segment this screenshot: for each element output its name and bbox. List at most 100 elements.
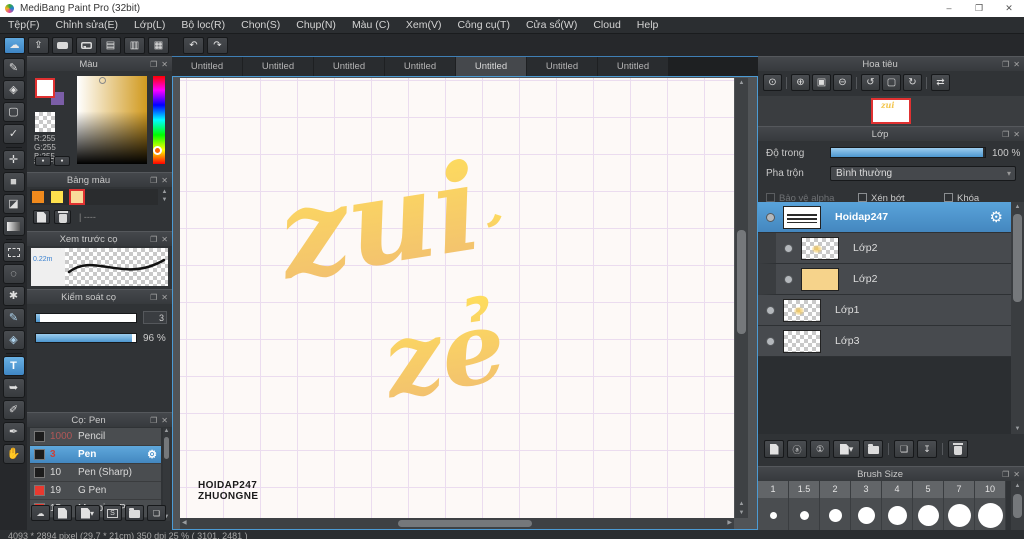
- brush-settings-gear-icon[interactable]: ⚙: [147, 448, 157, 461]
- document-button[interactable]: ▤: [100, 36, 121, 54]
- brush-row-selected[interactable]: 3 Pen ⚙: [30, 446, 161, 464]
- vertical-scroll-thumb[interactable]: [737, 230, 746, 334]
- popout-icon[interactable]: ❐: [1002, 130, 1009, 139]
- brush-row[interactable]: 19 G Pen: [30, 482, 161, 500]
- canvas-horizontal-scrollbar[interactable]: ◀ ▶: [180, 518, 734, 529]
- brush-size-option[interactable]: [913, 498, 944, 532]
- fill-tool[interactable]: ■: [2, 172, 25, 192]
- navigator-thumbnail[interactable]: zui: [871, 98, 911, 124]
- blend-mode-dropdown[interactable]: Bình thường ▾: [830, 166, 1016, 181]
- close-button[interactable]: ✕: [994, 0, 1024, 17]
- lasso-tool[interactable]: ◌: [2, 264, 25, 284]
- horizontal-scroll-thumb[interactable]: [398, 520, 532, 527]
- menu-chon[interactable]: Chọn(S): [233, 17, 288, 33]
- upload-button[interactable]: ⇪: [28, 36, 49, 54]
- layer-opacity-slider[interactable]: [830, 147, 986, 158]
- operation-tool[interactable]: ➥: [2, 378, 25, 398]
- annotation-button[interactable]: [76, 36, 97, 54]
- brush-size-option[interactable]: [820, 498, 851, 532]
- close-icon[interactable]: ✕: [1013, 130, 1020, 139]
- divide-tool[interactable]: ✓: [2, 124, 25, 144]
- popout-icon[interactable]: ❐: [150, 293, 157, 302]
- menu-help[interactable]: Help: [629, 17, 667, 33]
- rotate-ccw-button[interactable]: ↺: [861, 74, 880, 91]
- duplicate-brush-button[interactable]: ❏: [147, 505, 166, 521]
- eyedropper-tool[interactable]: ✐: [2, 400, 25, 420]
- select-eraser-tool[interactable]: ◈: [2, 330, 25, 350]
- undo-button[interactable]: ↶: [183, 36, 204, 54]
- brush-size-value-box[interactable]: 3: [143, 311, 167, 324]
- sv-marker[interactable]: [99, 77, 106, 84]
- document-tab[interactable]: Untitled: [243, 57, 314, 77]
- restore-button[interactable]: ❐: [964, 0, 994, 17]
- scroll-right-icon[interactable]: ▶: [727, 520, 732, 527]
- text-tool[interactable]: T: [2, 356, 25, 376]
- zoom-out-button[interactable]: ⊖: [833, 74, 852, 91]
- delete-layer-button[interactable]: [948, 440, 968, 458]
- hand-tool[interactable]: ✋: [2, 444, 25, 464]
- layer-list-scrollbar[interactable]: ▲ ▼: [1011, 202, 1024, 434]
- transparent-color-swatch[interactable]: [35, 112, 55, 132]
- reset-view-button[interactable]: ▢: [882, 74, 901, 91]
- close-icon[interactable]: ✕: [161, 60, 168, 69]
- brush-size-scroll-thumb[interactable]: [1013, 494, 1022, 518]
- brush-row[interactable]: 1000 Pencil: [30, 428, 161, 446]
- new-1bit-layer-button[interactable]: ①: [810, 440, 830, 458]
- cloud-button[interactable]: ☁: [4, 36, 25, 54]
- layer-row[interactable]: Lớp3: [758, 326, 1011, 357]
- palette-swatch[interactable]: [32, 191, 44, 203]
- gradient-tool[interactable]: [2, 216, 25, 236]
- select-pen-tool[interactable]: ✎: [2, 308, 25, 328]
- new-brush-menu-button[interactable]: ▾: [75, 505, 100, 521]
- scroll-up-icon[interactable]: ▲: [163, 428, 170, 435]
- list-button[interactable]: ▥: [124, 36, 145, 54]
- canvas[interactable]: zui ’ zẻ HOIDAP247 ZHUONGNE: [180, 78, 734, 518]
- menu-mau[interactable]: Màu (C): [344, 17, 398, 33]
- add-color-button[interactable]: [33, 210, 50, 224]
- new-brush-button[interactable]: [53, 505, 72, 521]
- menu-xem[interactable]: Xem(V): [398, 17, 450, 33]
- rotate-cw-button[interactable]: ↻: [903, 74, 922, 91]
- popout-icon[interactable]: ❐: [150, 235, 157, 244]
- scroll-up-icon[interactable]: ▲: [735, 78, 748, 88]
- new-8bit-layer-button[interactable]: ⓐ: [787, 440, 807, 458]
- layer-visibility-toggle[interactable]: [766, 305, 775, 315]
- layer-settings-gear-icon[interactable]: ⚙: [990, 208, 1003, 226]
- script-brush-button[interactable]: S: [103, 505, 122, 521]
- merge-layer-button[interactable]: ↧: [917, 440, 937, 458]
- redo-button[interactable]: ↷: [207, 36, 228, 54]
- layer-visibility-toggle[interactable]: [784, 243, 793, 253]
- menu-cong-cu[interactable]: Công cụ(T): [449, 17, 518, 33]
- zoom-in-button[interactable]: ⊕: [791, 74, 810, 91]
- document-tab[interactable]: Untitled: [598, 57, 669, 77]
- scroll-up-icon[interactable]: ▲: [735, 501, 748, 508]
- menu-chinh-sua[interactable]: Chỉnh sửa(E): [48, 17, 126, 33]
- brush-folder-button[interactable]: [125, 505, 144, 521]
- layer-row[interactable]: Lớp1: [758, 295, 1011, 326]
- close-icon[interactable]: ✕: [161, 176, 168, 185]
- brush-list-scroll-thumb[interactable]: [164, 437, 169, 459]
- palette-scroll-up[interactable]: ▲: [160, 189, 169, 196]
- saturation-value-field[interactable]: [77, 76, 147, 164]
- scroll-down-icon[interactable]: ▼: [1011, 426, 1024, 433]
- brush-size-option[interactable]: [758, 498, 789, 532]
- color-option-button-2[interactable]: ●: [54, 156, 70, 166]
- layer-scroll-thumb[interactable]: [1013, 214, 1022, 302]
- brush-size-option[interactable]: [944, 498, 975, 532]
- zoom-actual-button[interactable]: ⊙: [763, 74, 782, 91]
- close-icon[interactable]: ✕: [1013, 60, 1020, 69]
- document-tab[interactable]: Untitled: [527, 57, 598, 77]
- hue-marker[interactable]: [153, 146, 162, 155]
- foreground-color-swatch[interactable]: [35, 78, 55, 98]
- upload-brush-button[interactable]: ☁: [31, 505, 50, 521]
- brush-row[interactable]: 10 Pen (Sharp): [30, 464, 161, 482]
- layer-visibility-toggle[interactable]: [766, 336, 775, 346]
- color-option-button-1[interactable]: ●: [35, 156, 51, 166]
- scroll-up-icon[interactable]: ▲: [1011, 202, 1024, 212]
- layer-row[interactable]: Lớp2: [758, 264, 1011, 295]
- menu-cua-so[interactable]: Cửa sổ(W): [518, 17, 585, 33]
- document-tab-active[interactable]: Untitled: [456, 57, 527, 77]
- menu-cloud[interactable]: Cloud: [585, 17, 628, 33]
- layer-visibility-toggle[interactable]: [784, 274, 793, 284]
- comment-button[interactable]: [52, 36, 73, 54]
